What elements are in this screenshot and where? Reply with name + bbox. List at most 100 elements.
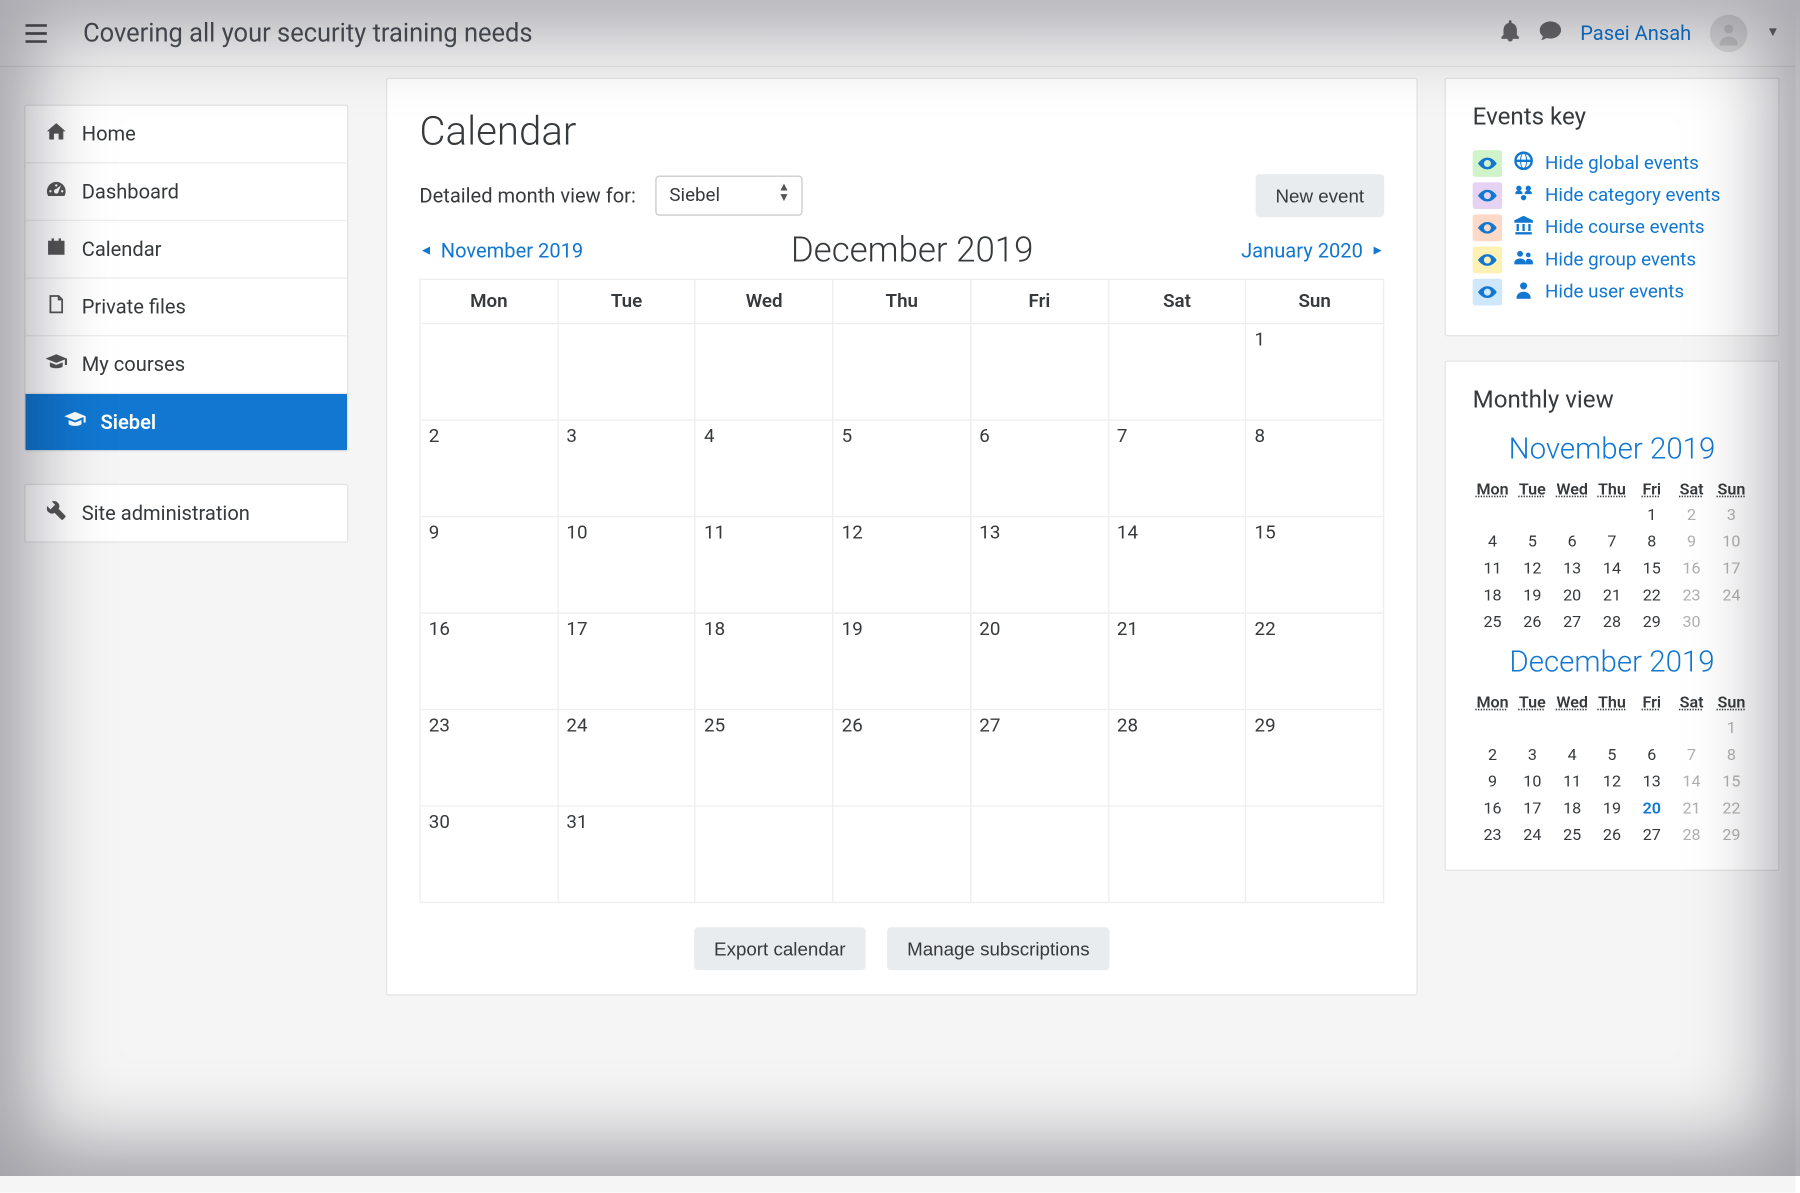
calendar-day-cell[interactable]: 21 (1108, 613, 1246, 709)
mini-day-cell[interactable]: 12 (1592, 768, 1632, 795)
calendar-day-cell[interactable]: 12 (833, 517, 971, 613)
calendar-day-cell[interactable] (833, 324, 971, 420)
sidebar-item-dashboard[interactable]: Dashboard (25, 163, 347, 221)
mini-day-cell[interactable]: 16 (1473, 795, 1513, 822)
sidebar-item-my-courses[interactable]: My courses (25, 336, 347, 394)
mini-day-cell[interactable]: 28 (1672, 821, 1712, 848)
mini-day-cell[interactable]: 28 (1592, 608, 1632, 635)
mini-day-cell[interactable]: 18 (1552, 795, 1592, 822)
mini-day-cell[interactable]: 13 (1632, 768, 1672, 795)
calendar-day-cell[interactable]: 26 (833, 710, 971, 806)
mini-day-cell[interactable] (1552, 714, 1592, 741)
mini-day-cell[interactable]: 9 (1672, 528, 1712, 555)
mini-day-cell[interactable]: 29 (1632, 608, 1672, 635)
mini-day-cell[interactable]: 5 (1592, 741, 1632, 768)
mini-day-cell[interactable]: 6 (1632, 741, 1672, 768)
calendar-day-cell[interactable]: 19 (833, 613, 971, 709)
calendar-day-cell[interactable]: 11 (695, 517, 833, 613)
nav-drawer-toggle[interactable] (16, 13, 56, 53)
calendar-day-cell[interactable]: 20 (971, 613, 1109, 709)
calendar-day-cell[interactable]: 14 (1108, 517, 1246, 613)
user-menu-name[interactable]: Pasei Ansah (1580, 21, 1691, 45)
events-key-toggle[interactable]: Hide category events (1473, 182, 1752, 209)
mini-day-cell[interactable]: 2 (1672, 501, 1712, 528)
calendar-day-cell[interactable]: 17 (558, 613, 696, 709)
mini-day-cell[interactable]: 3 (1512, 741, 1552, 768)
mini-day-cell[interactable]: 25 (1552, 821, 1592, 848)
mini-day-cell[interactable]: 8 (1711, 741, 1751, 768)
calendar-day-cell[interactable] (1108, 806, 1246, 902)
mini-day-cell[interactable]: 22 (1711, 795, 1751, 822)
mini-day-cell[interactable]: 9 (1473, 768, 1513, 795)
mini-day-cell[interactable]: 10 (1711, 528, 1751, 555)
mini-day-cell[interactable]: 7 (1672, 741, 1712, 768)
calendar-day-cell[interactable] (1246, 806, 1384, 902)
mini-day-cell[interactable]: 6 (1552, 528, 1592, 555)
course-select[interactable]: Siebel ▲▼ (655, 176, 802, 216)
prev-month-link[interactable]: ◄ November 2019 (419, 239, 583, 263)
calendar-day-cell[interactable] (971, 806, 1109, 902)
mini-day-cell[interactable]: 20 (1632, 795, 1672, 822)
calendar-day-cell[interactable]: 13 (971, 517, 1109, 613)
mini-day-cell[interactable]: 8 (1632, 528, 1672, 555)
calendar-day-cell[interactable]: 16 (420, 613, 558, 709)
mini-day-cell[interactable]: 13 (1552, 555, 1592, 582)
mini-day-cell[interactable]: 1 (1632, 501, 1672, 528)
calendar-day-cell[interactable] (1108, 324, 1246, 420)
mini-day-cell[interactable]: 24 (1711, 582, 1751, 609)
mini-day-cell[interactable]: 14 (1592, 555, 1632, 582)
mini-day-cell[interactable]: 1 (1711, 714, 1751, 741)
mini-day-cell[interactable]: 22 (1632, 582, 1672, 609)
sidebar-item-calendar[interactable]: Calendar (25, 221, 347, 279)
mini-day-cell[interactable] (1512, 501, 1552, 528)
new-event-button[interactable]: New event (1255, 174, 1384, 217)
mini-day-cell[interactable]: 19 (1592, 795, 1632, 822)
mini-day-cell[interactable]: 15 (1711, 768, 1751, 795)
mini-day-cell[interactable] (1632, 714, 1672, 741)
notifications-icon[interactable] (1500, 19, 1521, 46)
calendar-day-cell[interactable]: 22 (1246, 613, 1384, 709)
mini-month-title[interactable]: December 2019 (1473, 646, 1752, 680)
events-key-toggle[interactable]: Hide global events (1473, 150, 1752, 177)
mini-day-cell[interactable]: 19 (1512, 582, 1552, 609)
calendar-day-cell[interactable]: 24 (558, 710, 696, 806)
mini-day-cell[interactable]: 18 (1473, 582, 1513, 609)
calendar-day-cell[interactable]: 3 (558, 420, 696, 516)
events-key-toggle[interactable]: Hide group events (1473, 247, 1752, 274)
calendar-day-cell[interactable] (971, 324, 1109, 420)
calendar-day-cell[interactable]: 8 (1246, 420, 1384, 516)
site-brand[interactable]: Covering all your security training need… (83, 17, 1500, 48)
events-key-toggle[interactable]: Hide course events (1473, 214, 1752, 241)
mini-day-cell[interactable]: 30 (1672, 608, 1712, 635)
calendar-day-cell[interactable] (695, 806, 833, 902)
mini-day-cell[interactable]: 25 (1473, 608, 1513, 635)
calendar-day-cell[interactable]: 27 (971, 710, 1109, 806)
mini-day-cell[interactable]: 3 (1711, 501, 1751, 528)
calendar-day-cell[interactable]: 4 (695, 420, 833, 516)
calendar-day-cell[interactable] (420, 324, 558, 420)
calendar-day-cell[interactable]: 9 (420, 517, 558, 613)
mini-month-title[interactable]: November 2019 (1473, 433, 1752, 467)
calendar-day-cell[interactable]: 1 (1246, 324, 1384, 420)
calendar-day-cell[interactable]: 18 (695, 613, 833, 709)
mini-day-cell[interactable] (1552, 501, 1592, 528)
mini-day-cell[interactable] (1512, 714, 1552, 741)
sidebar-item-site-administration[interactable]: Site administration (25, 485, 347, 541)
mini-day-cell[interactable]: 23 (1473, 821, 1513, 848)
user-menu-caret[interactable]: ▼ (1766, 25, 1779, 40)
calendar-day-cell[interactable]: 29 (1246, 710, 1384, 806)
calendar-day-cell[interactable]: 7 (1108, 420, 1246, 516)
mini-day-cell[interactable]: 20 (1552, 582, 1592, 609)
manage-subscriptions-button[interactable]: Manage subscriptions (887, 927, 1110, 970)
mini-day-cell[interactable]: 10 (1512, 768, 1552, 795)
mini-day-cell[interactable]: 11 (1552, 768, 1592, 795)
calendar-day-cell[interactable]: 10 (558, 517, 696, 613)
mini-day-cell[interactable]: 16 (1672, 555, 1712, 582)
mini-day-cell[interactable]: 7 (1592, 528, 1632, 555)
calendar-day-cell[interactable]: 6 (971, 420, 1109, 516)
mini-day-cell[interactable]: 27 (1632, 821, 1672, 848)
mini-day-cell[interactable]: 21 (1592, 582, 1632, 609)
avatar[interactable] (1710, 14, 1748, 52)
calendar-day-cell[interactable]: 15 (1246, 517, 1384, 613)
mini-day-cell[interactable]: 11 (1473, 555, 1513, 582)
